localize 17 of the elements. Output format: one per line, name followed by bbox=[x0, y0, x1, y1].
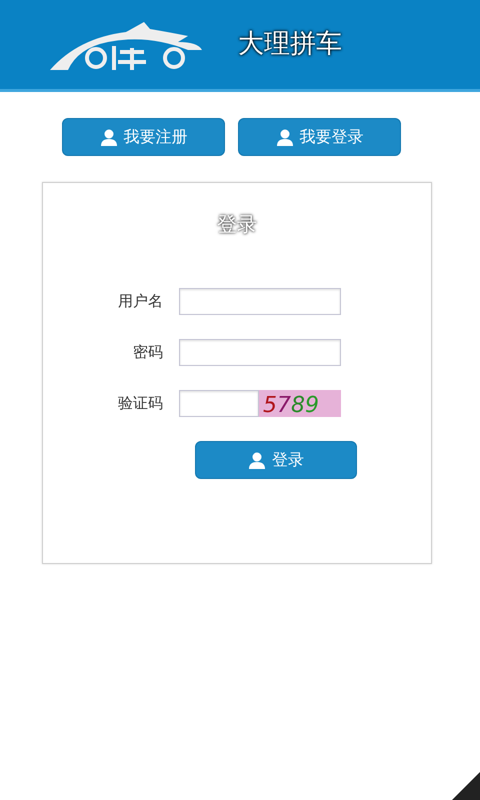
user-icon bbox=[248, 452, 266, 468]
submit-button[interactable]: 登录 bbox=[195, 441, 357, 479]
field-label: 验证码 bbox=[117, 393, 164, 414]
user-icon bbox=[276, 128, 294, 146]
captcha-field[interactable] bbox=[179, 390, 259, 417]
corner-mark bbox=[452, 772, 480, 800]
field-label: 密码 bbox=[132, 342, 164, 364]
register-button[interactable]: 我要注册 bbox=[62, 118, 225, 156]
app-title: 大理拼车 bbox=[238, 28, 342, 61]
username-field[interactable] bbox=[179, 288, 341, 315]
user-icon bbox=[100, 128, 118, 146]
login-button[interactable]: 我要登录 bbox=[238, 118, 401, 156]
form-title: 登录 bbox=[216, 211, 258, 238]
captcha-image: 5789 bbox=[259, 390, 341, 417]
logo-icon bbox=[48, 20, 204, 70]
password-field[interactable] bbox=[179, 339, 341, 366]
field-label: 用户名 bbox=[117, 291, 164, 312]
